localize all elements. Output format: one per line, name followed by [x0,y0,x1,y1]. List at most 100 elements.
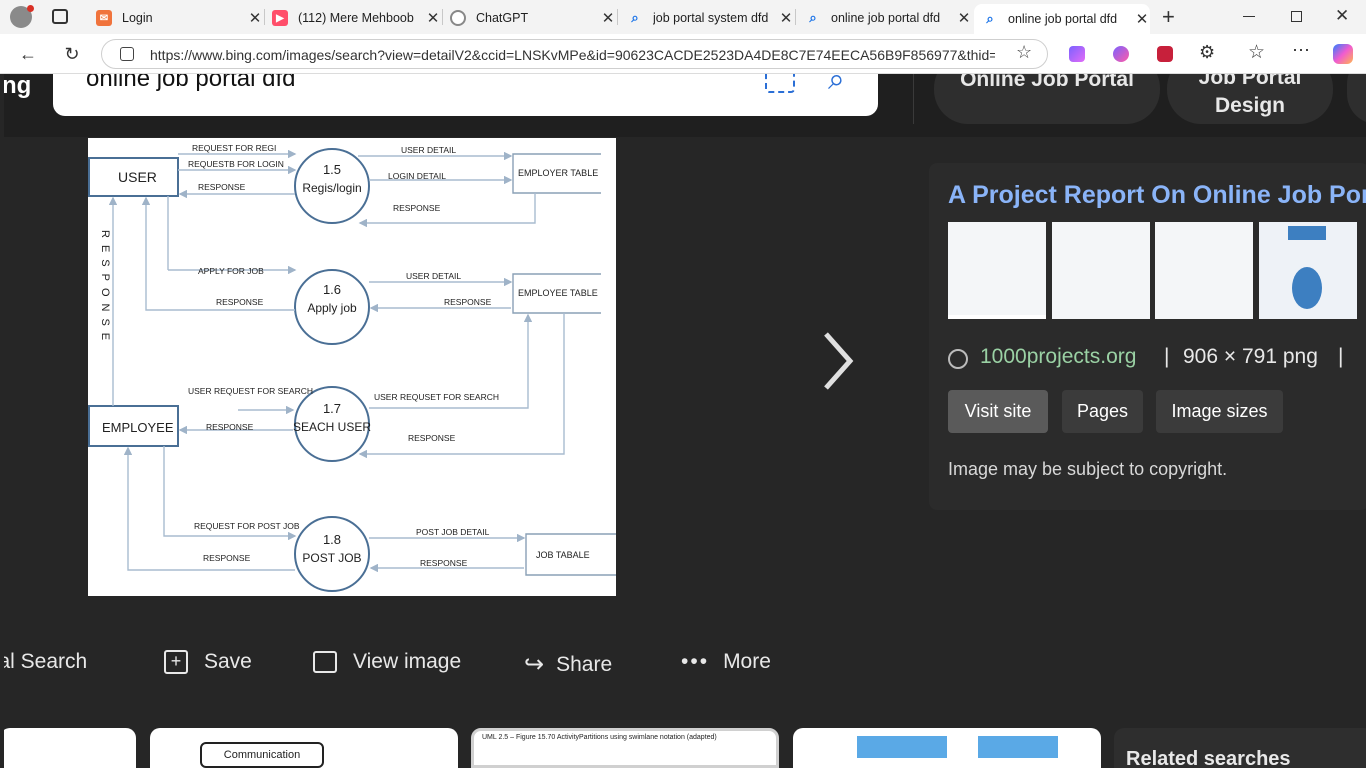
refresh-icon[interactable]: ↻ [60,42,84,66]
flow-label: APPLY FOR JOB [198,266,264,276]
profile-avatar[interactable] [10,5,34,28]
flow-label: USER DETAIL [401,145,456,155]
next-image-chevron-icon[interactable] [816,326,856,396]
share-icon: ↪ [524,651,545,678]
close-tab-icon[interactable]: ✕ [247,9,263,27]
process-1-6-name: Apply job [307,301,357,315]
process-1-5-num: 1.5 [323,162,341,177]
related-image-card-2[interactable]: Communication [150,728,458,768]
tab-active-online-job-portal-dfd[interactable]: ⌕ online job portal dfd ✕ [974,4,1150,34]
image-meta: 906 × 791 png [1183,345,1318,368]
image-source-title[interactable]: A Project Report On Online Job Portal [948,181,1366,210]
related-image-card-3[interactable]: UML 2.5 – Figure 15.70 ActivityPartition… [471,728,779,768]
related-pill-more[interactable] [1347,74,1366,124]
flow-label: RESPONSE [203,553,251,563]
tab-chatgpt[interactable]: ChatGPT ✕ [444,4,616,32]
save-icon: + [164,650,188,674]
visual-search-button[interactable]: Visual Search [4,650,87,674]
store-job-label: JOB TABALE [536,550,590,560]
flow-label: RESPONSE [444,297,492,307]
related-image-card-1[interactable] [4,728,136,768]
page-thumbnail-1[interactable] [948,222,1046,319]
image-icon [313,651,337,673]
close-tab-icon[interactable]: ✕ [956,9,972,27]
close-window-icon[interactable]: ✕ [1335,6,1349,26]
process-1-7-name: SEACH USER [293,420,371,434]
address-bar[interactable]: https://www.bing.com/images/search?view=… [101,39,1048,69]
url-text[interactable]: https://www.bing.com/images/search?view=… [150,47,995,63]
favorites-icon[interactable]: ☆ [1248,41,1265,64]
related-image-card-4[interactable] [793,728,1101,768]
flow-label: RESPONSE [216,297,264,307]
video-extension-icon[interactable] [1157,46,1173,62]
process-1-7-num: 1.7 [323,401,341,416]
flow-label: RESPONSE [408,433,456,443]
back-icon[interactable]: ← [16,42,40,66]
entity-user-label: USER [118,169,157,185]
flow-label: USER REQUEST FOR SEARCH [188,386,313,396]
process-1-8-num: 1.8 [323,532,341,547]
youtube-icon: ▶ [272,10,288,26]
search-input[interactable]: online job portal dfd [86,74,295,93]
close-tab-icon[interactable]: ✕ [778,9,794,27]
extension-icon[interactable] [1069,46,1085,62]
communication-label: Communication [200,742,324,768]
restore-icon[interactable] [1291,11,1302,22]
close-tab-icon[interactable]: ✕ [425,9,441,27]
brain-extension-icon[interactable] [1113,46,1129,62]
related-searches-heading: Related searches [1126,748,1291,768]
more-button[interactable]: ••• More [681,650,771,674]
store-employer-label: EMPLOYER TABLE [518,168,598,178]
more-options-icon[interactable]: ⋯ [1292,40,1310,61]
visual-search-label: Visual Search [4,650,88,673]
dfd-diagram-image[interactable]: USER EMPLOYEE EMPLOYER TABLE EMPLOYEE TA… [88,138,616,596]
favorite-star-icon[interactable]: ☆ [1016,42,1032,63]
site-info-icon[interactable] [120,47,134,61]
share-button[interactable]: ↪ Share [524,650,612,679]
search-icon[interactable]: ⌕ [828,74,845,97]
visual-search-icon[interactable] [765,74,795,93]
save-button[interactable]: + Save [164,650,252,674]
search-icon: ⌕ [986,11,994,26]
page-thumbnail-2[interactable] [1052,222,1150,319]
close-tab-icon[interactable]: ✕ [1134,10,1150,28]
new-tab-icon[interactable]: + [1162,4,1175,30]
entity-employee-label: EMPLOYEE [102,420,174,435]
pages-button[interactable]: Pages [1062,390,1143,433]
image-sizes-button[interactable]: Image sizes [1156,390,1283,433]
source-domain-link[interactable]: 1000projects.org [980,345,1136,369]
tab-youtube[interactable]: ▶ (112) Mere Mehboob ✕ [266,4,441,32]
flow-label: USER DETAIL [406,271,461,281]
process-1-5-name: Regis/login [302,181,361,195]
page-thumbnail-4[interactable] [1259,222,1357,319]
flow-label: REQUEST FOR POST JOB [194,521,300,531]
search-box[interactable]: online job portal dfd ⌕ [53,74,878,116]
related-searches-card[interactable]: Related searches [1114,728,1366,768]
process-1-6-num: 1.6 [323,282,341,297]
tab-login[interactable]: ✉ Login ✕ [88,4,263,32]
flow-label: POST JOB DETAIL [416,527,490,537]
related-pill-online-job-portal[interactable]: Online Job Portal [934,74,1160,124]
vertical-response-label: RESPONSE [99,230,111,347]
page-thumbnail-3[interactable] [1155,222,1253,319]
view-image-button[interactable]: View image [313,650,461,674]
page-content: ng online job portal dfd ⌕ Online Job Po… [4,74,1366,768]
search-icon: ⌕ [809,10,817,25]
visit-site-button[interactable]: Visit site [948,390,1048,433]
extensions-puzzle-icon[interactable]: ⚙ [1199,42,1215,63]
flow-label: USER REQUSET FOR SEARCH [374,392,499,402]
copilot-icon[interactable] [1333,44,1353,64]
tab-job-portal-system-dfd[interactable]: ⌕ job portal system dfd ✕ [619,4,794,32]
store-employee-label: EMPLOYEE TABLE [518,288,598,298]
flow-label: REQUEST FOR REGI [192,143,276,153]
uml-caption: UML 2.5 – Figure 15.70 ActivityPartition… [482,734,717,741]
flow-label: RESPONSE [198,182,246,192]
tab-online-job-portal-dfd[interactable]: ⌕ online job portal dfd ✕ [797,4,972,32]
related-pill-job-portal-design[interactable]: Job Portal Design [1167,74,1333,124]
minimize-icon[interactable] [1243,16,1255,17]
close-tab-icon[interactable]: ✕ [600,9,616,27]
flow-label: RESPONSE [206,422,254,432]
bing-logo-fragment[interactable]: ng [4,74,31,100]
tab-actions-icon[interactable] [52,9,68,24]
image-details-panel: A Project Report On Online Job Portal 10… [929,163,1366,510]
